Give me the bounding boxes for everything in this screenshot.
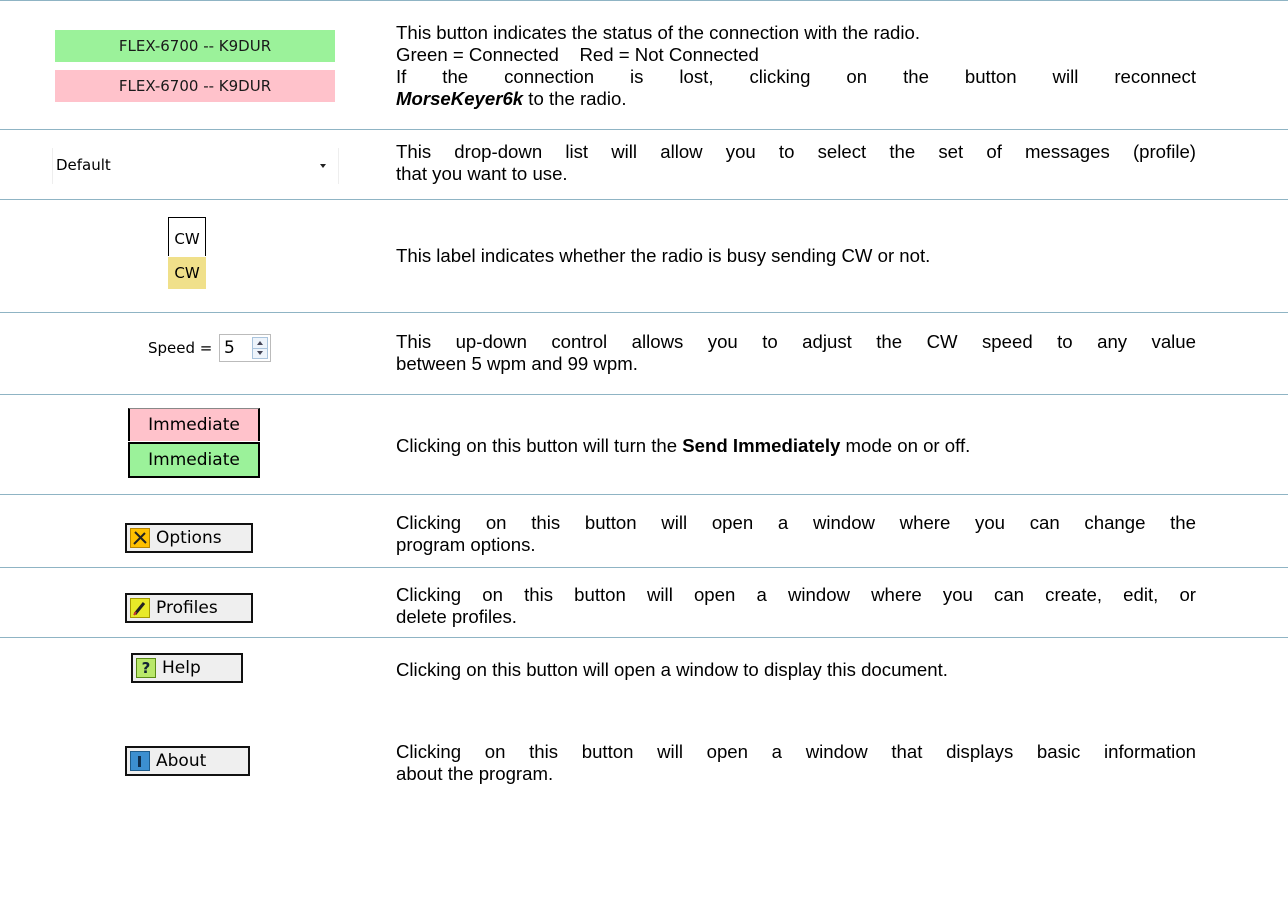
options-button-label: Options	[156, 528, 222, 548]
question-icon: ?	[136, 658, 156, 678]
help-button[interactable]: ? Help	[131, 653, 243, 683]
row-profiles-description: Clicking on this button will open a wind…	[396, 584, 1196, 628]
row-connection-ui: FLEX-6700 -- K9DUR FLEX-6700 -- K9DUR	[0, 1, 380, 129]
row-help-description: Clicking on this button will open a wind…	[396, 659, 1196, 681]
row-immediate: Immediate Immediate Clicking on this but…	[0, 394, 1288, 494]
description-line: Clicking on this button will open a wind…	[396, 741, 1196, 762]
description-line: about the program.	[396, 763, 554, 784]
description-line: Green = Connected Red = Not Connected	[396, 44, 759, 65]
description-text: Clicking on this button will turn the	[396, 435, 683, 456]
description-text: to the radio.	[523, 88, 627, 109]
row-cw-label: CW CW This label indicates whether the r…	[0, 199, 1288, 312]
description-line: Clicking on this button will open a wind…	[396, 659, 948, 680]
send-immediately-mode: Send Immediately	[682, 435, 841, 456]
row-help: ? Help Clicking on this button will open…	[0, 637, 1288, 702]
chevron-down-icon	[320, 164, 326, 168]
description-line: Clicking on this button will open a wind…	[396, 512, 1196, 533]
spin-buttons[interactable]	[252, 337, 268, 359]
pencil-icon	[130, 598, 150, 618]
spin-divider	[253, 348, 267, 349]
description-line: This label indicates whether the radio i…	[396, 245, 931, 266]
program-name: MorseKeyer6k	[396, 88, 524, 109]
chevron-down-icon[interactable]	[257, 351, 263, 355]
connection-button-not-connected[interactable]: FLEX-6700 -- K9DUR	[55, 70, 335, 102]
row-about-description: Clicking on this button will open a wind…	[396, 741, 1196, 785]
row-profile-dropdown-description: This drop-down list will allow you to se…	[396, 141, 1196, 185]
speed-stepper[interactable]: 5	[219, 334, 271, 362]
description-text: mode on or off.	[840, 435, 971, 456]
description-line: This button indicates the status of the …	[396, 22, 921, 43]
description-line: program options.	[396, 534, 536, 555]
about-button-label: About	[156, 751, 207, 771]
description-line: between 5 wpm and 99 wpm.	[396, 353, 638, 374]
speed-value[interactable]: 5	[224, 338, 235, 358]
description-line: Clicking on this button will turn the Se…	[396, 435, 1196, 457]
row-speed: Speed = 5 This up-down control allows yo…	[0, 312, 1288, 394]
description-line: This drop-down list will allow you to se…	[396, 141, 1196, 162]
row-immediate-description: Clicking on this button will turn the Se…	[396, 435, 1196, 457]
profiles-button[interactable]: Profiles	[125, 593, 253, 623]
connection-button-connected[interactable]: FLEX-6700 -- K9DUR	[55, 30, 335, 62]
profiles-button-label: Profiles	[156, 598, 218, 618]
immediate-button-off[interactable]: Immediate	[128, 408, 260, 441]
options-button[interactable]: Options	[125, 523, 253, 553]
help-button-label: Help	[162, 658, 201, 678]
immediate-button-on[interactable]: Immediate	[128, 442, 260, 478]
info-icon	[130, 751, 150, 771]
row-profile-dropdown: Default This drop-down list will allow y…	[0, 129, 1288, 199]
description-line: This up-down control allows you to adjus…	[396, 331, 1196, 352]
row-about: About Clicking on this button will open …	[0, 702, 1288, 915]
description-line: that you want to use.	[396, 163, 568, 184]
row-options-description: Clicking on this button will open a wind…	[396, 512, 1196, 556]
chevron-up-icon[interactable]	[257, 341, 263, 345]
profile-dropdown[interactable]: Default	[52, 148, 339, 184]
description-line: Clicking on this button will open a wind…	[396, 584, 1196, 605]
description-line: If the connection is lost, clicking on t…	[396, 66, 1196, 87]
profile-dropdown-value: Default	[56, 156, 111, 174]
row-profiles: Profiles Clicking on this button will op…	[0, 567, 1288, 637]
speed-label: Speed =	[148, 339, 213, 357]
about-button[interactable]: About	[125, 746, 250, 776]
row-connection-description: This button indicates the status of the …	[396, 22, 1196, 110]
description-line: MorseKeyer6k to the radio.	[396, 88, 1196, 110]
row-speed-description: This up-down control allows you to adjus…	[396, 331, 1196, 375]
description-line: delete profiles.	[396, 606, 517, 627]
row-connection: FLEX-6700 -- K9DUR FLEX-6700 -- K9DUR Th…	[0, 0, 1288, 129]
row-cw-label-description: This label indicates whether the radio i…	[396, 245, 1196, 267]
tools-icon	[130, 528, 150, 548]
cw-label-idle: CW	[168, 217, 206, 256]
row-options: Options Clicking on this button will ope…	[0, 494, 1288, 567]
cw-label-busy: CW	[168, 257, 206, 289]
